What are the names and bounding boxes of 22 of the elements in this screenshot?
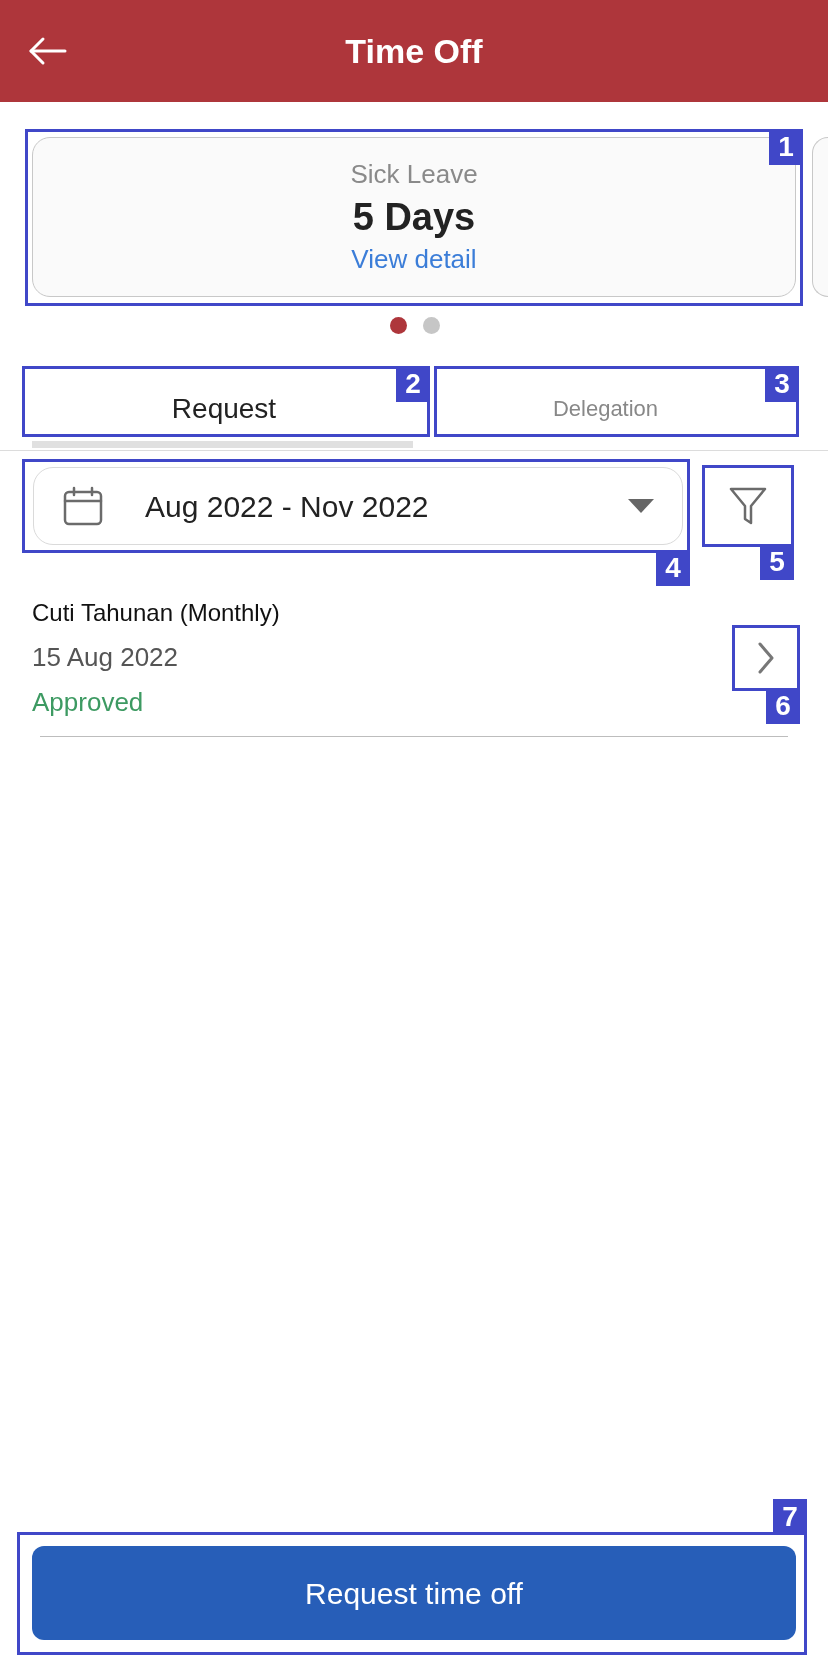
request-time-off-button[interactable]: Request time off bbox=[32, 1546, 796, 1640]
callout-number: 2 bbox=[396, 366, 430, 402]
request-title: Cuti Tahunan (Monthly) bbox=[32, 598, 281, 628]
callout-number: 6 bbox=[766, 688, 800, 724]
page-indicator-icon[interactable] bbox=[390, 317, 407, 334]
filter-icon bbox=[728, 485, 768, 527]
request-status: Approved bbox=[32, 686, 145, 718]
callout-number: 5 bbox=[760, 544, 794, 580]
caret-down-icon bbox=[628, 499, 654, 513]
calendar-icon bbox=[63, 486, 103, 526]
callout-number: 1 bbox=[769, 129, 803, 165]
date-range-dropdown[interactable]: Aug 2022 - Nov 2022 bbox=[33, 467, 683, 545]
callout-number: 4 bbox=[656, 550, 690, 586]
view-detail-link[interactable]: View detail bbox=[351, 244, 477, 275]
screen-title: Time Off bbox=[344, 30, 484, 72]
request-date: 15 Aug 2022 bbox=[32, 641, 180, 673]
back-arrow-icon bbox=[28, 36, 68, 66]
chevron-right-icon bbox=[757, 641, 775, 675]
callout-number: 7 bbox=[773, 1499, 807, 1535]
leave-amount: 5 Days bbox=[352, 195, 476, 240]
leave-type: Sick Leave bbox=[350, 159, 478, 190]
callout-number: 3 bbox=[765, 366, 799, 402]
